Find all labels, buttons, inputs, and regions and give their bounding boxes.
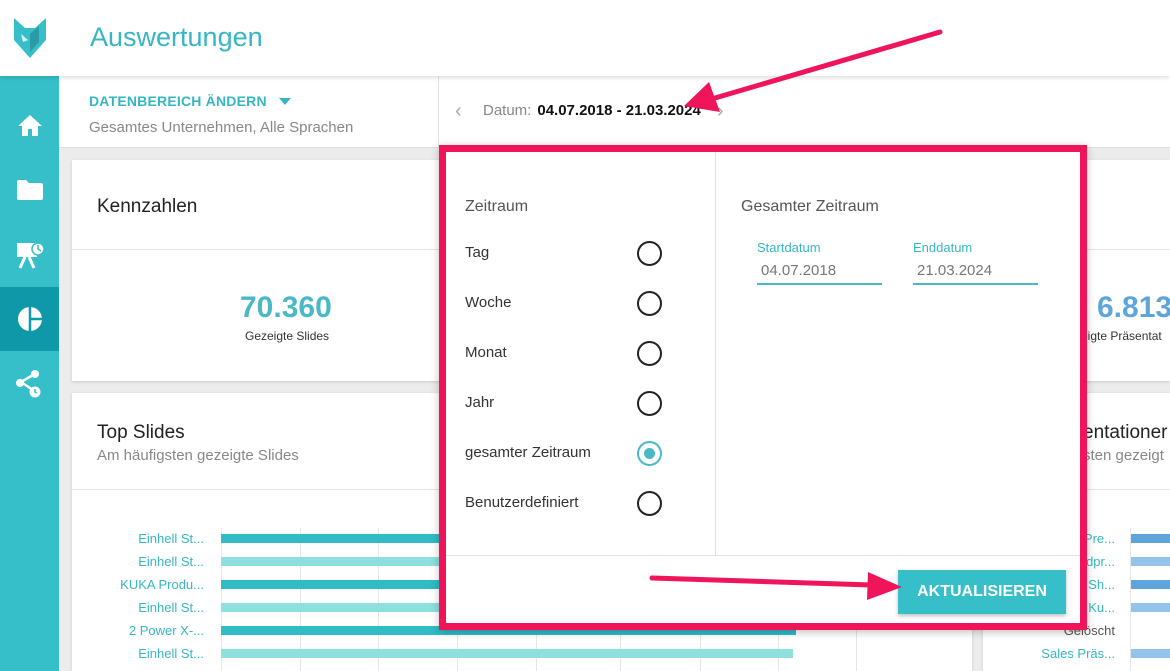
divider [446,555,1080,556]
bar-label[interactable]: Einhell St... [98,646,204,661]
change-data-range-label: DATENBEREICH ÄNDERN [89,93,267,109]
folder-icon [16,180,43,200]
bar-label[interactable]: Sales Präs... [1000,646,1115,661]
sidebar-item-statistics[interactable] [0,287,59,351]
bar-label[interactable]: Einhell St... [98,600,204,615]
update-button[interactable]: AKTUALISIEREN [898,570,1066,614]
kpi-label-slides: Gezeigte Slides [245,329,330,343]
kpi-value-presentations: 6.813 [1097,291,1170,324]
date-navigator: ‹ Datum: 04.07.2018 - 21.03.2024 › [455,101,731,121]
page-title: Auswertungen [90,22,263,52]
option-label-custom: Benutzerdefiniert [465,494,579,511]
option-label-year: Jahr [465,394,495,411]
chart-bar[interactable] [221,649,793,658]
chevron-left-icon[interactable]: ‹ [455,101,469,121]
change-data-range-dropdown[interactable]: DATENBEREICH ÄNDERN [89,93,291,109]
chart-bar[interactable] [1131,534,1170,543]
bar-label[interactable]: Einhell St... [98,554,204,569]
sidebar-item-presentations[interactable] [0,223,59,287]
date-range-value[interactable]: 04.07.2018 - 21.03.2024 [537,102,700,119]
kpi-label-presentations: eigte Präsentat [1081,329,1162,343]
chart-bar[interactable] [1131,580,1170,589]
home-icon [17,115,42,136]
kpi-value-slides: 70.360 [240,291,332,324]
radio-custom[interactable] [637,491,662,516]
chevron-right-icon[interactable]: › [717,101,731,121]
top-slides-subtitle: Am häufigsten gezeigte Slides [97,447,299,464]
radio-year[interactable] [637,391,662,416]
period-title: Zeitraum [465,198,529,215]
radio-week[interactable] [637,291,662,316]
bar-label[interactable]: 2 Power X-... [98,623,204,638]
presentation-icon [16,242,45,269]
chart-bar[interactable] [1131,557,1170,566]
option-label-entire-period: gesamter Zeitraum [465,444,591,461]
start-date-field[interactable] [757,257,882,285]
sidebar-item-folders[interactable] [0,158,59,222]
top-presentations-title: entationer [1083,422,1168,443]
date-range-popup: Zeitraum Tag Woche Monat Jahr gesamter Z… [439,145,1087,630]
kpi-card-title: Kennzahlen [97,196,198,217]
top-slides-title: Top Slides [97,422,185,443]
data-scope-selector[interactable]: DATENBEREICH ÄNDERN Gesamtes Unternehmen… [59,76,439,148]
fox-logo-icon[interactable] [0,0,59,76]
pie-chart-icon [17,307,42,331]
top-bar: Auswertungen [0,0,1170,76]
end-date-label: Enddatum [913,240,973,255]
bar-label[interactable]: KUKA Produ... [98,577,204,592]
start-date-label: Startdatum [757,240,821,255]
data-scope-text: Gesamtes Unternehmen, Alle Sprachen [89,119,354,136]
chart-bar[interactable] [1131,603,1170,612]
sidebar-item-home[interactable] [0,93,59,157]
divider [715,152,716,555]
chart-bar[interactable] [1131,649,1170,658]
option-label-month: Monat [465,344,507,361]
date-label: Datum: [483,102,532,119]
sidebar-item-share[interactable] [0,352,59,416]
radio-entire-period[interactable] [637,441,662,466]
filter-bar: DATENBEREICH ÄNDERN Gesamtes Unternehmen… [59,76,1170,148]
radio-day[interactable] [637,241,662,266]
share-icon [15,370,40,398]
bar-label[interactable]: Einhell St... [98,531,204,546]
range-title: Gesamter Zeitraum [741,198,879,215]
top-presentations-subtitle: sten gezeigt [1083,447,1164,464]
option-label-week: Woche [465,294,512,311]
caret-down-icon [278,97,291,105]
end-date-field[interactable] [913,257,1038,285]
sidebar [0,76,59,671]
radio-month[interactable] [637,341,662,366]
option-label-day: Tag [465,244,490,261]
